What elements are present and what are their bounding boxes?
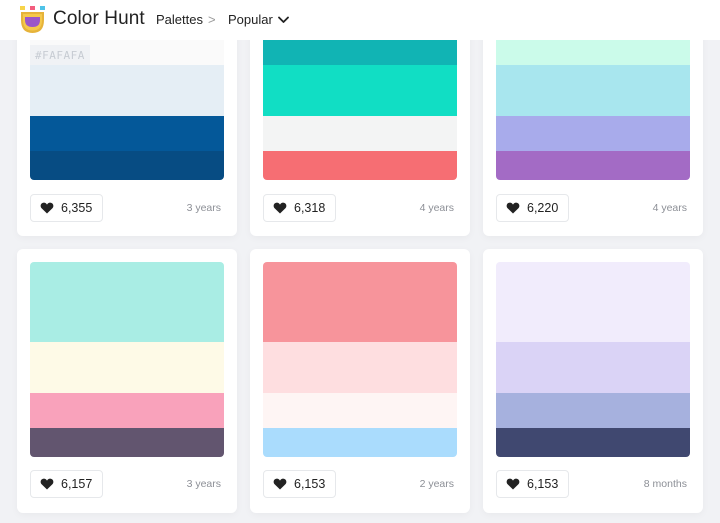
palette-color-4[interactable] xyxy=(263,428,457,457)
like-button[interactable]: 6,318 xyxy=(263,194,337,222)
palette-date: 4 years xyxy=(652,202,687,214)
palette-color-2[interactable] xyxy=(30,65,224,116)
palette-date: 8 months xyxy=(643,478,687,490)
palette-color-4[interactable] xyxy=(30,151,224,180)
palette-card[interactable]: 6,157 3 years xyxy=(17,249,237,513)
nav-popular-label: Popular xyxy=(228,12,273,27)
like-button[interactable]: 6,355 xyxy=(30,194,104,222)
palette-color-3[interactable] xyxy=(30,116,224,151)
palette-color-2[interactable] xyxy=(263,65,457,116)
palette-color-4[interactable] xyxy=(30,428,224,457)
like-count: 6,220 xyxy=(527,201,559,215)
palette-color-2[interactable] xyxy=(496,65,690,116)
palette-date: 3 years xyxy=(186,202,221,214)
color-hunt-logo-icon[interactable] xyxy=(19,6,46,34)
palette-color-2[interactable] xyxy=(496,342,690,393)
palette-color-1[interactable] xyxy=(30,262,224,342)
heart-icon xyxy=(506,202,520,214)
breadcrumb-separator: > xyxy=(208,12,216,27)
heart-icon xyxy=(40,478,54,490)
hex-code-label: #FAFAFA xyxy=(30,45,90,65)
like-button[interactable]: 6,153 xyxy=(263,470,337,498)
palette-color-3[interactable] xyxy=(496,393,690,428)
palette-color-3[interactable] xyxy=(263,393,457,428)
like-button[interactable]: 6,220 xyxy=(496,194,570,222)
top-header: Color Hunt Palettes > Popular xyxy=(0,0,720,40)
chevron-down-icon xyxy=(277,16,289,23)
like-count: 6,157 xyxy=(61,477,93,491)
palette-date: 2 years xyxy=(419,478,454,490)
palette-color-2[interactable] xyxy=(263,342,457,393)
palette-card[interactable]: 6,153 2 years xyxy=(250,249,470,513)
like-button[interactable]: 6,153 xyxy=(496,470,570,498)
palette-color-4[interactable] xyxy=(263,151,457,180)
palette-swatches[interactable] xyxy=(30,262,224,457)
like-button[interactable]: 6,157 xyxy=(30,470,104,498)
like-count: 6,153 xyxy=(527,477,559,491)
nav-palettes-link[interactable]: Palettes xyxy=(156,12,203,27)
heart-icon xyxy=(40,202,54,214)
palette-color-2[interactable] xyxy=(30,342,224,393)
palette-card[interactable]: 6,153 8 months xyxy=(483,249,703,513)
like-count: 6,355 xyxy=(61,201,93,215)
heart-icon xyxy=(506,478,520,490)
palette-swatches[interactable] xyxy=(496,262,690,457)
palette-color-4[interactable] xyxy=(496,151,690,180)
palette-swatches[interactable] xyxy=(263,262,457,457)
like-count: 6,318 xyxy=(294,201,326,215)
palette-color-3[interactable] xyxy=(496,116,690,151)
nav-popular-dropdown[interactable]: Popular xyxy=(228,12,289,27)
brand-name[interactable]: Color Hunt xyxy=(53,8,145,30)
palette-color-3[interactable] xyxy=(263,116,457,151)
palette-color-1[interactable] xyxy=(496,262,690,342)
palette-date: 3 years xyxy=(186,478,221,490)
palette-date: 4 years xyxy=(419,202,454,214)
heart-icon xyxy=(273,202,287,214)
palette-color-4[interactable] xyxy=(496,428,690,457)
palette-color-1[interactable] xyxy=(263,262,457,342)
heart-icon xyxy=(273,478,287,490)
palette-color-3[interactable] xyxy=(30,393,224,428)
like-count: 6,153 xyxy=(294,477,326,491)
